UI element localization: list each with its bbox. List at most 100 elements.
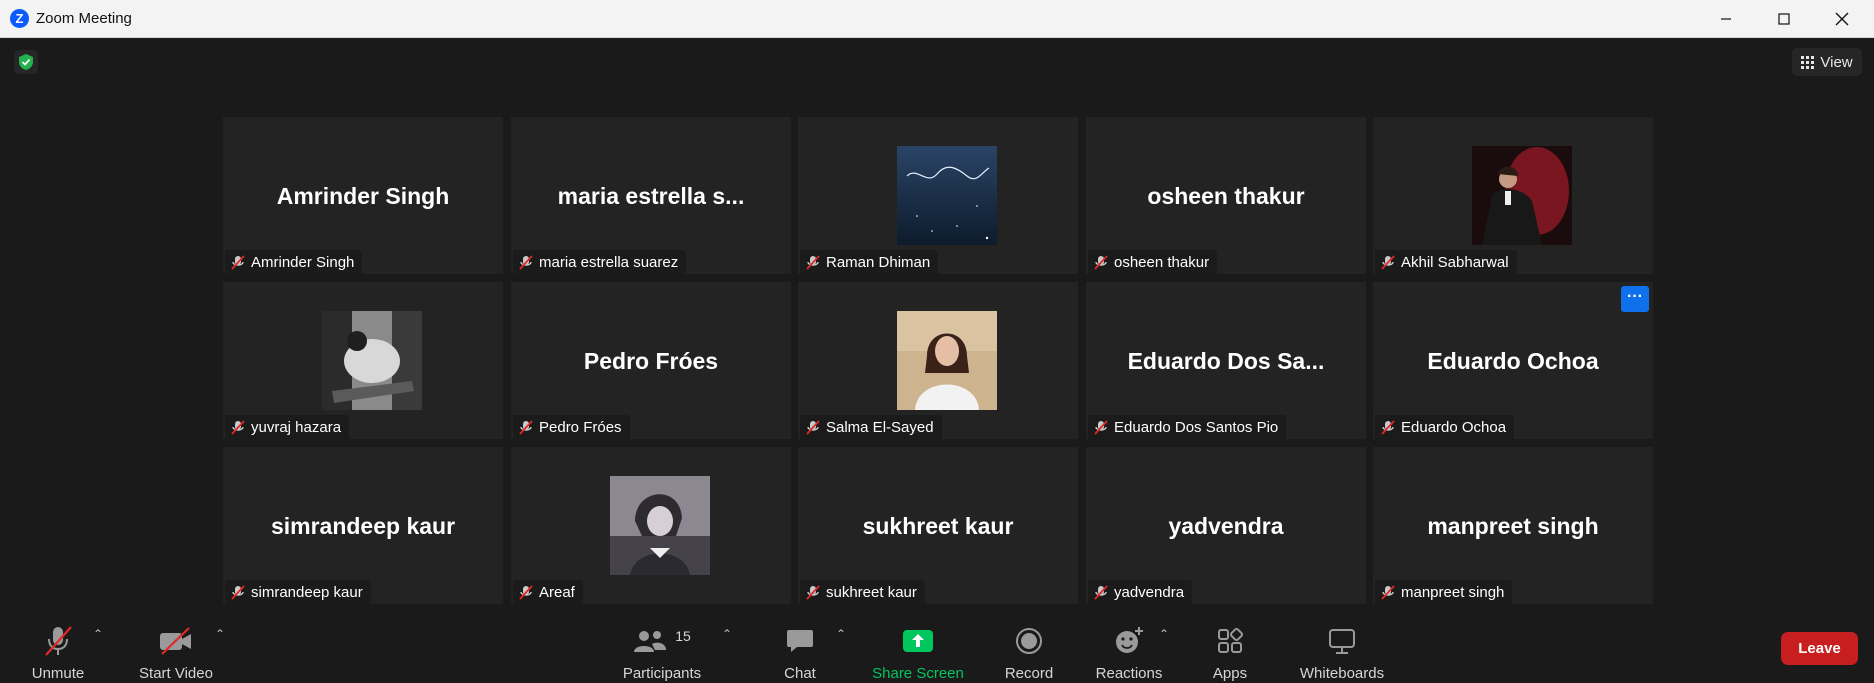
start-video-label: Start Video [139, 665, 213, 682]
participant-name-label: Salma El-Sayed [800, 415, 942, 439]
chat-icon [786, 621, 814, 661]
maximize-button[interactable] [1755, 0, 1813, 38]
participant-tile[interactable]: Raman Dhiman [798, 117, 1078, 274]
participant-display-name: Eduardo Dos Sa... [1127, 348, 1325, 374]
participants-icon: 15 [633, 621, 691, 661]
participant-name: Amrinder Singh [251, 253, 355, 271]
close-icon [1835, 12, 1849, 26]
chat-label: Chat [784, 665, 816, 682]
participant-tile[interactable]: sukhreet kaur sukhreet kaur [798, 447, 1078, 604]
encryption-shield-button[interactable] [14, 50, 38, 74]
muted-mic-icon [519, 254, 533, 270]
participant-tile[interactable]: simrandeep kaur simrandeep kaur [223, 447, 503, 604]
muted-mic-icon [806, 584, 820, 600]
participant-display-name: osheen thakur [1147, 183, 1305, 209]
participant-tile[interactable]: manpreet singh manpreet singh [1373, 447, 1653, 604]
audio-options-caret[interactable]: ⌃ [93, 627, 103, 641]
view-button[interactable]: View [1792, 48, 1862, 76]
participant-name-label: Areaf [513, 580, 583, 604]
participant-name: Akhil Sabharwal [1401, 253, 1509, 271]
reactions-icon [1114, 621, 1144, 661]
muted-mic-icon [231, 584, 245, 600]
participant-tile[interactable]: Salma El-Sayed [798, 282, 1078, 439]
participant-display-name: Amrinder Singh [276, 183, 450, 209]
participant-name: sukhreet kaur [826, 583, 917, 601]
unmute-button[interactable]: Unmute [22, 607, 94, 683]
participant-avatar [897, 146, 997, 245]
muted-mic-icon [1381, 419, 1395, 435]
unmute-label: Unmute [31, 665, 85, 682]
muted-mic-icon [1381, 584, 1395, 600]
muted-mic-icon [519, 584, 533, 600]
close-window-button[interactable] [1813, 0, 1871, 38]
participant-tile[interactable]: Eduardo Dos Sa... Eduardo Dos Santos Pio [1086, 282, 1366, 439]
participant-display-name: yadvendra [1168, 513, 1284, 539]
muted-mic-icon [806, 254, 820, 270]
participant-name-label: maria estrella suarez [513, 250, 687, 274]
grid-view-icon [1801, 55, 1815, 69]
participant-tile[interactable]: yadvendra yadvendra [1086, 447, 1366, 604]
participant-tile[interactable]: osheen thakur osheen thakur [1086, 117, 1366, 274]
muted-mic-icon [231, 419, 245, 435]
participant-name-label: Eduardo Ochoa [1375, 415, 1515, 439]
participant-name: maria estrella suarez [539, 253, 679, 271]
participant-tile[interactable]: maria estrella s... maria estrella suarez [511, 117, 791, 274]
participant-name-label: sukhreet kaur [800, 580, 925, 604]
participant-name: Areaf [539, 583, 575, 601]
apps-label: Apps [1212, 665, 1248, 682]
participant-name: manpreet singh [1401, 583, 1505, 601]
participant-name: Raman Dhiman [826, 253, 931, 271]
participant-tile[interactable]: yuvraj hazara [223, 282, 503, 439]
participants-button[interactable]: 15 Participants [620, 607, 704, 683]
participant-name-label: Akhil Sabharwal [1375, 250, 1517, 274]
leave-button[interactable]: Leave [1781, 632, 1858, 665]
participant-name: Salma El-Sayed [826, 418, 934, 436]
record-icon [1015, 621, 1043, 661]
participant-tile[interactable]: Pedro Fróes Pedro Fróes [511, 282, 791, 439]
more-options-button[interactable]: ··· [1621, 286, 1649, 312]
shield-check-icon [19, 54, 33, 70]
participant-name: yuvraj hazara [251, 418, 342, 436]
minimize-icon [1721, 18, 1731, 20]
maximize-icon [1778, 13, 1790, 25]
participant-name: Eduardo Ochoa [1401, 418, 1507, 436]
participant-name: Pedro Fróes [539, 418, 622, 436]
participant-tile[interactable]: Amrinder Singh Amrinder Singh [223, 117, 503, 274]
participant-name: yadvendra [1114, 583, 1185, 601]
zoom-logo-icon: Z [10, 9, 29, 28]
participant-name-label: yadvendra [1088, 580, 1193, 604]
reactions-options-caret[interactable]: ⌃ [1159, 627, 1169, 641]
apps-button[interactable]: Apps [1200, 607, 1260, 683]
participants-options-caret[interactable]: ⌃ [722, 627, 732, 641]
share-screen-button[interactable]: Share Screen [868, 607, 968, 683]
participants-label: Participants [622, 665, 702, 682]
muted-mic-icon [1094, 254, 1108, 270]
reactions-button[interactable]: Reactions [1092, 607, 1166, 683]
participant-display-name: sukhreet kaur [862, 513, 1014, 539]
participant-avatar [1472, 146, 1572, 245]
chat-options-caret[interactable]: ⌃ [836, 627, 846, 641]
participant-name-label: yuvraj hazara [225, 415, 350, 439]
record-button[interactable]: Record [999, 607, 1059, 683]
window-title: Zoom Meeting [36, 10, 132, 27]
minimize-button[interactable] [1697, 0, 1755, 38]
video-options-caret[interactable]: ⌃ [215, 627, 225, 641]
participant-avatar [322, 311, 422, 410]
participant-name-label: Raman Dhiman [800, 250, 939, 274]
participant-tile[interactable]: Areaf [511, 447, 791, 604]
muted-mic-icon [1094, 419, 1108, 435]
muted-mic-icon [519, 419, 533, 435]
participant-avatar [897, 311, 997, 410]
participant-tile[interactable]: Eduardo Ochoa Eduardo Ochoa ··· [1373, 282, 1653, 439]
whiteboards-button[interactable]: Whiteboards [1294, 607, 1390, 683]
chat-button[interactable]: Chat [770, 607, 830, 683]
participant-tile[interactable]: Akhil Sabharwal [1373, 117, 1653, 274]
participants-count: 15 [675, 628, 691, 644]
apps-icon [1216, 621, 1244, 661]
participant-name-label: Amrinder Singh [225, 250, 363, 274]
start-video-button[interactable]: Start Video [132, 607, 220, 683]
participant-display-name: manpreet singh [1427, 513, 1599, 539]
muted-mic-icon [41, 621, 75, 661]
muted-mic-icon [1094, 584, 1108, 600]
participant-name-label: Eduardo Dos Santos Pio [1088, 415, 1287, 439]
